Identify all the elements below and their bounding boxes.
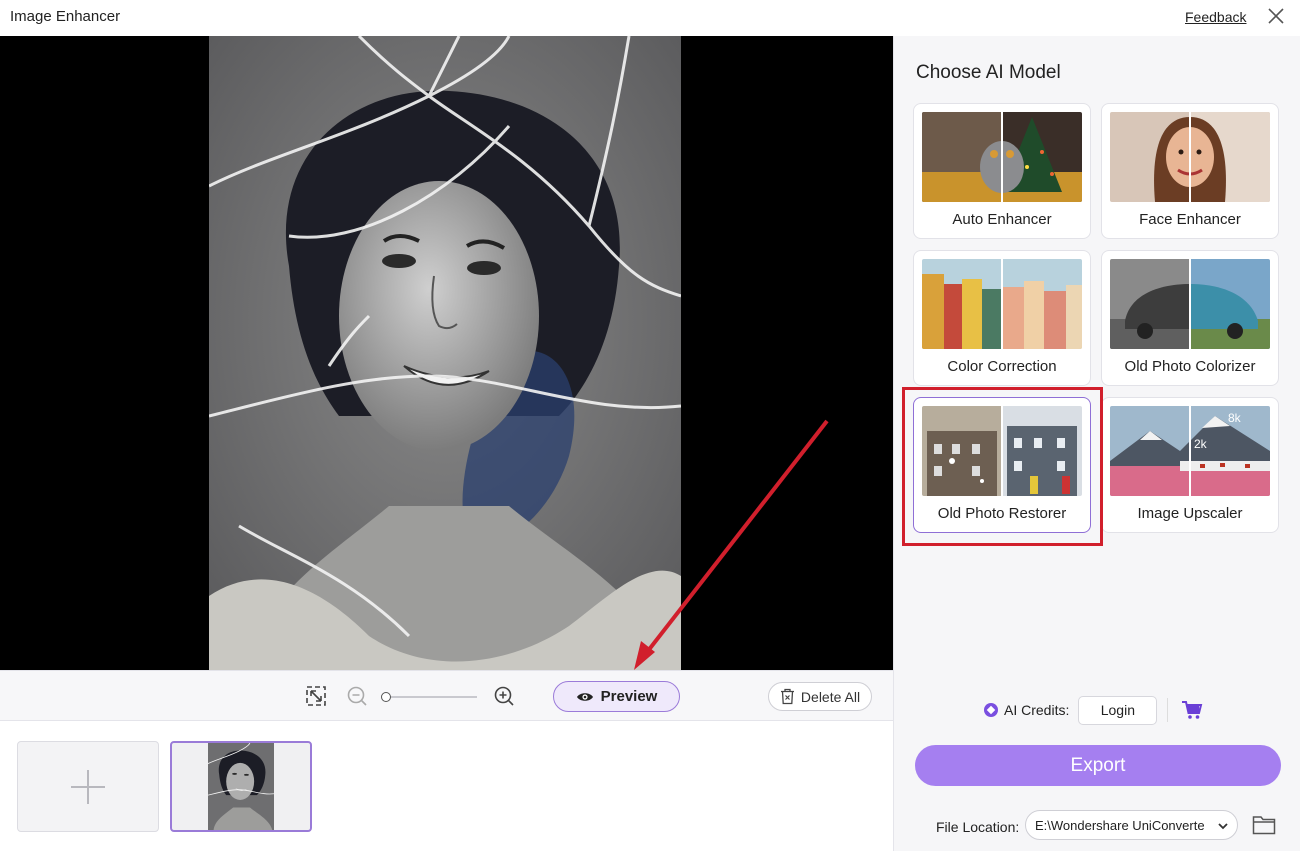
- add-image-button[interactable]: [17, 741, 159, 832]
- plus-icon: [71, 770, 105, 804]
- old-photo-restorer-preview: [922, 406, 1082, 496]
- image-toolbar: Preview Delete All: [0, 670, 893, 721]
- zoom-slider-track: [385, 696, 477, 698]
- login-button[interactable]: Login: [1078, 695, 1158, 725]
- trash-icon: [780, 688, 794, 705]
- model-card-old-photo-restorer[interactable]: Old Photo Restorer: [913, 397, 1091, 533]
- model-card-face-enhancer[interactable]: Face Enhancer: [1101, 103, 1279, 239]
- feedback-link[interactable]: Feedback: [1185, 9, 1246, 25]
- face-enhancer-preview: [1110, 112, 1270, 202]
- model-label: Face Enhancer: [1139, 211, 1241, 228]
- eye-icon: [576, 692, 593, 701]
- file-location-value: E:\Wondershare UniConverte: [1035, 817, 1205, 833]
- old-photo-colorizer-preview: [1110, 259, 1270, 349]
- model-label: Color Correction: [947, 358, 1057, 375]
- chevron-down-icon: [1218, 823, 1228, 830]
- cart-icon[interactable]: [1181, 699, 1203, 721]
- panel-title: Choose AI Model: [916, 62, 1061, 83]
- model-label: Old Photo Colorizer: [1124, 358, 1256, 375]
- preview-button[interactable]: Preview: [553, 681, 680, 712]
- image-canvas: [0, 36, 893, 670]
- ai-model-panel: Choose AI Model Auto Enhancer Face Enhan…: [893, 36, 1300, 851]
- thumbnail-strip: [0, 721, 893, 851]
- model-card-color-correction[interactable]: Color Correction: [913, 250, 1091, 386]
- portrait-photo: [209, 36, 681, 670]
- image-upscaler-preview: 8k 2k: [1110, 406, 1270, 496]
- zoom-slider-thumb[interactable]: [381, 692, 391, 702]
- model-card-image-upscaler[interactable]: 8k 2k Image Upscaler: [1101, 397, 1279, 533]
- preview-label: Preview: [600, 688, 658, 705]
- thumbnail-photo: [208, 743, 274, 830]
- model-card-old-photo-colorizer[interactable]: Old Photo Colorizer: [1101, 250, 1279, 386]
- zoom-out-icon[interactable]: [346, 685, 368, 707]
- title-bar: Image Enhancer Feedback: [0, 0, 1300, 36]
- color-correction-preview: [922, 259, 1082, 349]
- delete-all-button[interactable]: Delete All: [768, 682, 872, 711]
- folder-icon[interactable]: [1252, 814, 1276, 836]
- ai-credits-row: AI Credits: Login: [984, 695, 1203, 725]
- auto-enhancer-preview: [922, 112, 1082, 202]
- upscaler-badge-2k: 2k: [1194, 437, 1208, 451]
- window-title: Image Enhancer: [10, 8, 121, 25]
- zoom-in-icon[interactable]: [493, 685, 515, 707]
- model-label: Old Photo Restorer: [937, 505, 1067, 522]
- upscaler-badge-8k: 8k: [1228, 411, 1242, 425]
- model-label: Image Upscaler: [1137, 505, 1243, 522]
- image-enhancer-window: Image Enhancer Feedback Preview Delete A…: [0, 0, 1300, 851]
- zoom-slider[interactable]: [381, 692, 477, 702]
- divider: [1167, 698, 1169, 722]
- close-icon[interactable]: [1266, 6, 1286, 26]
- ai-credits-label: AI Credits:: [1004, 702, 1070, 718]
- image-thumbnail[interactable]: [170, 741, 312, 832]
- file-location-label: File Location:: [936, 819, 1020, 835]
- delete-all-label: Delete All: [800, 688, 861, 705]
- model-label: Auto Enhancer: [952, 211, 1052, 228]
- credits-icon: [984, 703, 998, 717]
- fit-screen-icon[interactable]: [305, 685, 327, 707]
- file-location-select[interactable]: E:\Wondershare UniConverte: [1025, 810, 1238, 840]
- model-card-auto-enhancer[interactable]: Auto Enhancer: [913, 103, 1091, 239]
- export-button[interactable]: Export: [915, 745, 1281, 786]
